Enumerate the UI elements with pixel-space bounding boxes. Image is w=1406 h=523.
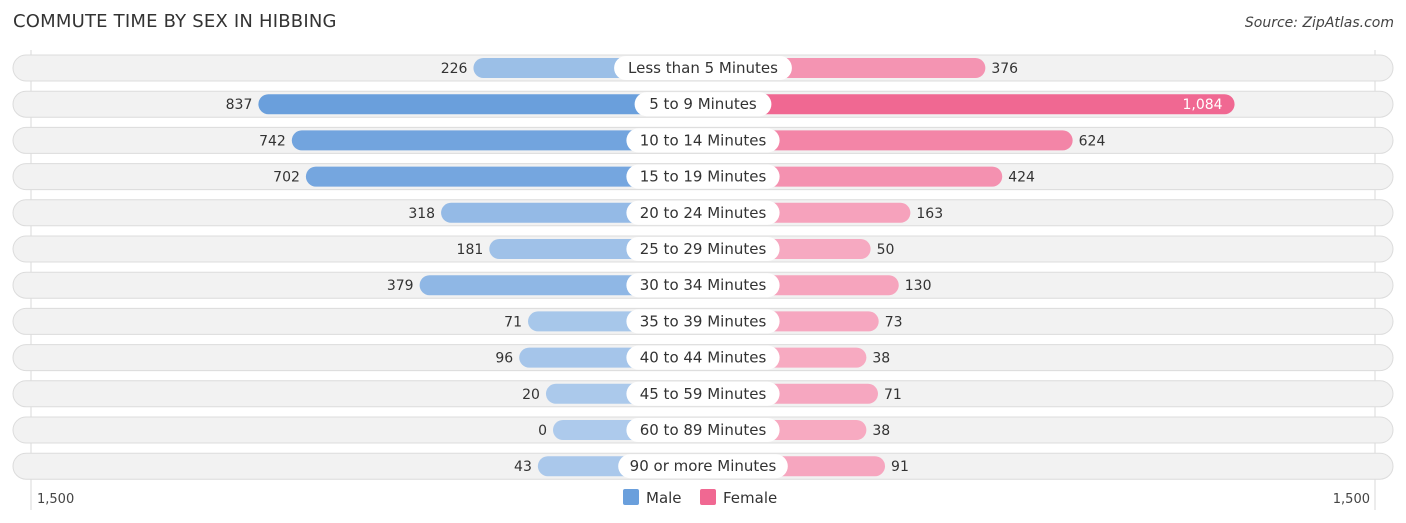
- value-label-male: 837: [226, 97, 253, 113]
- bar-row: 60 to 89 Minutes 0 38: [12, 416, 1394, 444]
- bar-row: 15 to 19 Minutes 702 424: [12, 163, 1394, 191]
- bar-row: 20 to 24 Minutes 318 163: [12, 199, 1394, 227]
- value-label-male: 0: [538, 423, 547, 439]
- category-label: 35 to 39 Minutes: [640, 312, 767, 330]
- value-label-female: 163: [916, 206, 943, 222]
- category-label: 15 to 19 Minutes: [640, 168, 767, 186]
- chart: Less than 5 Minutes 226 376 5 to 9 Minutes 8…: [12, 50, 1394, 510]
- bar-row: 10 to 14 Minutes 742 624: [12, 126, 1394, 154]
- bar-female: [703, 94, 1235, 115]
- bar-row: 40 to 44 Minutes 96 38: [12, 344, 1394, 372]
- value-label-female: 624: [1079, 133, 1106, 149]
- legend-swatch-male: [623, 489, 639, 505]
- category-label: 30 to 34 Minutes: [640, 276, 767, 294]
- value-label-male: 702: [273, 170, 300, 186]
- category-label: 40 to 44 Minutes: [640, 349, 767, 367]
- value-label-female: 1,084: [1182, 97, 1222, 113]
- bar-row: 35 to 39 Minutes 71 73: [12, 307, 1394, 335]
- value-label-male: 181: [457, 242, 484, 258]
- value-label-female: 376: [991, 61, 1018, 77]
- value-label-female: 424: [1008, 170, 1035, 186]
- category-label: 20 to 24 Minutes: [640, 204, 767, 222]
- value-label-female: 50: [877, 242, 895, 258]
- bar-row: 5 to 9 Minutes 837 1,084: [12, 90, 1394, 118]
- category-label: Less than 5 Minutes: [628, 59, 778, 77]
- category-label: 25 to 29 Minutes: [640, 240, 767, 258]
- category-label: 5 to 9 Minutes: [649, 95, 757, 113]
- category-label: 10 to 14 Minutes: [640, 131, 767, 149]
- bar-row: 30 to 34 Minutes 379 130: [12, 271, 1394, 299]
- bar-row: 45 to 59 Minutes 20 71: [12, 380, 1394, 408]
- category-label: 90 or more Minutes: [630, 457, 777, 475]
- legend-label-female: Female: [723, 489, 777, 507]
- value-label-male: 379: [387, 278, 414, 294]
- value-label-female: 38: [872, 423, 890, 439]
- value-label-male: 742: [259, 133, 286, 149]
- bar-row: 25 to 29 Minutes 181 50: [12, 235, 1394, 263]
- value-label-male: 96: [495, 351, 513, 367]
- value-label-female: 71: [884, 387, 902, 403]
- category-label: 45 to 59 Minutes: [640, 385, 767, 403]
- value-label-female: 38: [872, 351, 890, 367]
- value-label-male: 20: [522, 387, 540, 403]
- bar-row: Less than 5 Minutes 226 376: [12, 54, 1394, 82]
- value-label-male: 71: [504, 314, 522, 330]
- value-label-female: 130: [905, 278, 932, 294]
- category-label: 60 to 89 Minutes: [640, 421, 767, 439]
- legend: Male Female: [623, 489, 777, 507]
- value-label-male: 226: [441, 61, 468, 77]
- bar-row: 90 or more Minutes 43 91: [12, 452, 1394, 480]
- value-label-female: 73: [885, 314, 903, 330]
- legend-swatch-female: [700, 489, 716, 505]
- value-label-male: 318: [408, 206, 435, 222]
- value-label-male: 43: [514, 459, 532, 475]
- axis-label-right: 1,500: [1333, 492, 1370, 507]
- legend-label-male: Male: [646, 489, 682, 507]
- value-label-female: 91: [891, 459, 909, 475]
- axis-label-left: 1,500: [37, 492, 74, 507]
